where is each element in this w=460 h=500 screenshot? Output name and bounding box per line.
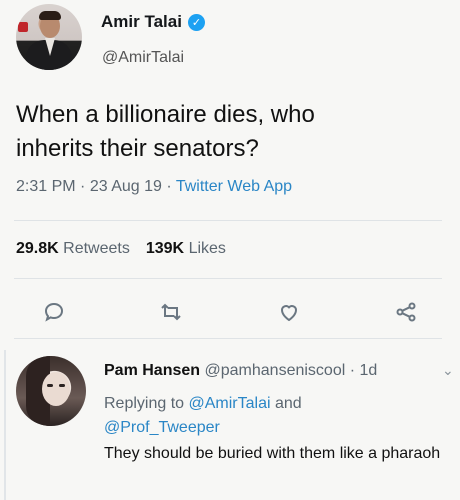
retweets-count: 29.8K	[16, 240, 59, 257]
tweet-date[interactable]: 23 Aug 19	[90, 178, 162, 195]
retweet-icon[interactable]	[157, 298, 185, 326]
replying-to-label: Replying to	[104, 395, 185, 412]
divider	[14, 338, 442, 339]
avatar-pam-hansen[interactable]	[16, 356, 86, 426]
reply-age[interactable]: 1d	[360, 362, 378, 379]
share-icon[interactable]	[392, 298, 420, 326]
reply-tweet[interactable]: Pam Hansen @pamhanseniscool · 1d ⌄ Reply…	[0, 350, 460, 500]
likes-count: 139K	[145, 240, 185, 257]
reply-header: Pam Hansen @pamhanseniscool · 1d	[104, 362, 377, 380]
name-row: Amir Talai ✓	[101, 12, 205, 32]
reply-handle[interactable]: @pamhanseniscool	[205, 362, 346, 379]
tweet-text-line-2: inherits their senators?	[16, 135, 259, 162]
tweet-actions	[40, 298, 420, 326]
tweet-time[interactable]: 2:31 PM	[16, 178, 76, 195]
meta-separator: ·	[166, 178, 176, 195]
display-name[interactable]: Amir Talai	[101, 12, 182, 32]
tweet-text-line-1: When a billionaire dies, who	[16, 101, 315, 128]
divider	[14, 278, 442, 279]
verified-badge-icon: ✓	[187, 13, 205, 31]
retweets-label: Retweets	[63, 240, 130, 257]
divider	[14, 220, 442, 221]
tweet-header: Amir Talai ✓ @AmirTalai	[14, 4, 454, 78]
user-handle[interactable]: @AmirTalai	[102, 49, 184, 67]
mention-amirtalai[interactable]: @AmirTalai	[189, 395, 271, 412]
tweet-text: When a billionaire dies, who inherits th…	[16, 98, 436, 166]
replying-to: Replying to @AmirTalai and @Prof_Tweeper	[104, 392, 444, 440]
thread-line	[4, 350, 6, 500]
and-label: and	[274, 395, 302, 412]
heart-icon[interactable]	[275, 298, 303, 326]
reply-icon[interactable]	[40, 298, 68, 326]
tweet-meta: 2:31 PM · 23 Aug 19 · Twitter Web App	[16, 178, 292, 196]
likes-label: Likes	[188, 240, 226, 257]
likes-stat[interactable]: 139K Likes	[146, 240, 226, 258]
chevron-down-icon[interactable]: ⌄	[442, 362, 454, 379]
tweet-stats: 29.8K Retweets 139K Likes	[16, 240, 226, 258]
reply-display-name[interactable]: Pam Hansen	[104, 362, 200, 379]
avatar-amir-talai[interactable]	[16, 4, 82, 70]
reply-text: They should be buried with them like a p…	[104, 445, 441, 462]
mention-prof-tweeper[interactable]: @Prof_Tweeper	[104, 419, 220, 436]
meta-separator: ·	[80, 178, 90, 195]
meta-separator: ·	[349, 362, 360, 379]
retweets-stat[interactable]: 29.8K Retweets	[16, 240, 130, 258]
tweet-source-app[interactable]: Twitter Web App	[176, 178, 292, 195]
